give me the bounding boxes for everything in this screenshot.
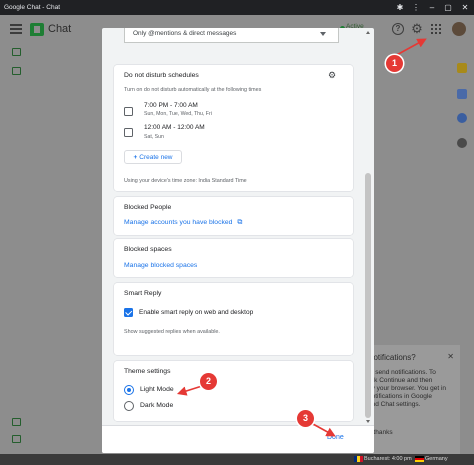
blocked-people-card: Blocked People Manage accounts you have … — [114, 197, 353, 235]
notification-line: notifications in Google — [368, 393, 432, 400]
taskbar-country: Germany — [425, 456, 448, 462]
taskbar: Bucharest: 4:00 pm Germany — [0, 454, 474, 465]
keep-icon[interactable] — [457, 63, 467, 73]
notify-dropdown[interactable]: Only @mentions & direct messages — [124, 28, 339, 43]
manage-blocked-accounts-link[interactable]: Manage accounts you have blocked ⧉ — [124, 219, 242, 227]
settings-gear-icon[interactable]: ⚙ — [410, 22, 424, 36]
open-in-new-icon: ⧉ — [237, 219, 243, 226]
contacts-icon[interactable] — [457, 138, 467, 148]
schedule-2-days: Sat, Sun — [144, 134, 164, 140]
blocked-people-title: Blocked People — [124, 204, 172, 211]
dark-mode-radio[interactable] — [124, 401, 134, 411]
notify-dropdown-value: Only @mentions & direct messages — [133, 30, 237, 37]
done-button[interactable]: Done — [327, 434, 344, 441]
scroll-down-arrow[interactable] — [366, 420, 370, 423]
close-button[interactable]: ✕ — [456, 0, 474, 15]
smart-reply-title: Smart Reply — [124, 290, 162, 297]
plus-icon: + — [133, 154, 138, 161]
schedule-2-time: 12:00 AM - 12:00 AM — [144, 124, 205, 131]
notification-line: to send notifications. To — [368, 369, 436, 376]
chat-rail-icon[interactable] — [12, 48, 21, 56]
annotation-marker-1: 1 — [386, 55, 403, 72]
help-icon[interactable]: ? — [392, 23, 404, 35]
blocked-spaces-title: Blocked spaces — [124, 246, 172, 253]
notification-line: by your browser. You get in — [368, 385, 447, 392]
scroll-up-arrow[interactable] — [366, 31, 370, 34]
window-title: Google Chat - Chat — [4, 4, 61, 11]
dnd-settings-gear-icon[interactable]: ⚙ — [328, 70, 336, 81]
smart-reply-option-label: Enable smart reply on web and desktop — [139, 309, 254, 316]
schedule-1-time: 7:00 PM - 7:00 AM — [144, 102, 198, 109]
dnd-card: Do not disturb schedules ⚙ Turn on do no… — [114, 65, 353, 191]
dialog-scrollbar-thumb[interactable] — [365, 173, 371, 418]
video-rail-icon[interactable] — [12, 435, 21, 443]
minimize-button[interactable]: – — [424, 0, 440, 15]
google-chat-logo — [30, 23, 44, 36]
annotation-marker-2: 2 — [200, 373, 217, 390]
smart-reply-checkbox[interactable] — [124, 308, 133, 317]
taskbar-clock: Bucharest: 4:00 pm — [364, 456, 412, 462]
more-options-icon[interactable]: ⋮ — [408, 0, 424, 15]
notification-line: lick Continue and then — [368, 377, 433, 384]
manage-blocked-spaces-link[interactable]: Manage blocked spaces — [124, 262, 197, 269]
chevron-down-icon — [320, 32, 326, 36]
user-avatar[interactable] — [452, 22, 466, 36]
dark-mode-label: Dark Mode — [140, 402, 174, 409]
theme-settings-title: Theme settings — [124, 368, 171, 375]
meet-rail-icon[interactable] — [12, 418, 21, 426]
schedule-2-checkbox[interactable] — [124, 128, 133, 137]
smart-reply-note: Show suggested replies when available. — [124, 329, 220, 335]
light-mode-label: Light Mode — [140, 386, 174, 393]
create-new-schedule-button[interactable]: + Create new — [124, 150, 182, 164]
window-title-bar: Google Chat - Chat ✱ ⋮ – ▢ ✕ — [0, 0, 474, 15]
tasks-icon[interactable] — [457, 113, 467, 123]
notification-close-icon[interactable]: ✕ — [447, 352, 454, 361]
maximize-button[interactable]: ▢ — [440, 0, 456, 15]
notification-line: and Chat settings. — [368, 401, 421, 408]
extensions-icon[interactable]: ✱ — [392, 0, 408, 15]
dnd-description: Turn on do not disturb automatically at … — [124, 87, 262, 93]
smart-reply-card: Smart Reply Enable smart reply on web an… — [114, 283, 353, 355]
germany-flag-icon — [415, 456, 424, 462]
dnd-title: Do not disturb schedules — [124, 72, 199, 79]
notification-prompt: notifications? ✕ to send notifications. … — [364, 345, 460, 457]
calendar-icon[interactable] — [457, 89, 467, 99]
notification-heading: notifications? — [369, 353, 416, 362]
timezone-note: Using your device's time zone: India Sta… — [124, 178, 247, 184]
annotation-marker-3: 3 — [297, 410, 314, 427]
settings-dialog: Only @mentions & direct messages Do not … — [102, 28, 374, 453]
light-mode-radio[interactable] — [124, 385, 134, 395]
blocked-spaces-card: Blocked spaces Manage blocked spaces — [114, 239, 353, 277]
romania-flag-icon — [354, 456, 363, 462]
theme-settings-card: Theme settings Light Mode Dark Mode — [114, 361, 353, 421]
spaces-rail-icon[interactable] — [12, 67, 21, 75]
schedule-1-checkbox[interactable] — [124, 107, 133, 116]
app-name: Chat — [48, 23, 72, 35]
manage-blocked-accounts-label: Manage accounts you have blocked — [124, 219, 233, 226]
schedule-1-days: Sun, Mon, Tue, Wed, Thu, Fri — [144, 111, 212, 117]
google-apps-icon[interactable] — [431, 24, 441, 34]
main-menu-icon[interactable] — [10, 24, 22, 34]
create-new-label: Create new — [139, 154, 173, 161]
dialog-footer: Done — [102, 425, 374, 453]
